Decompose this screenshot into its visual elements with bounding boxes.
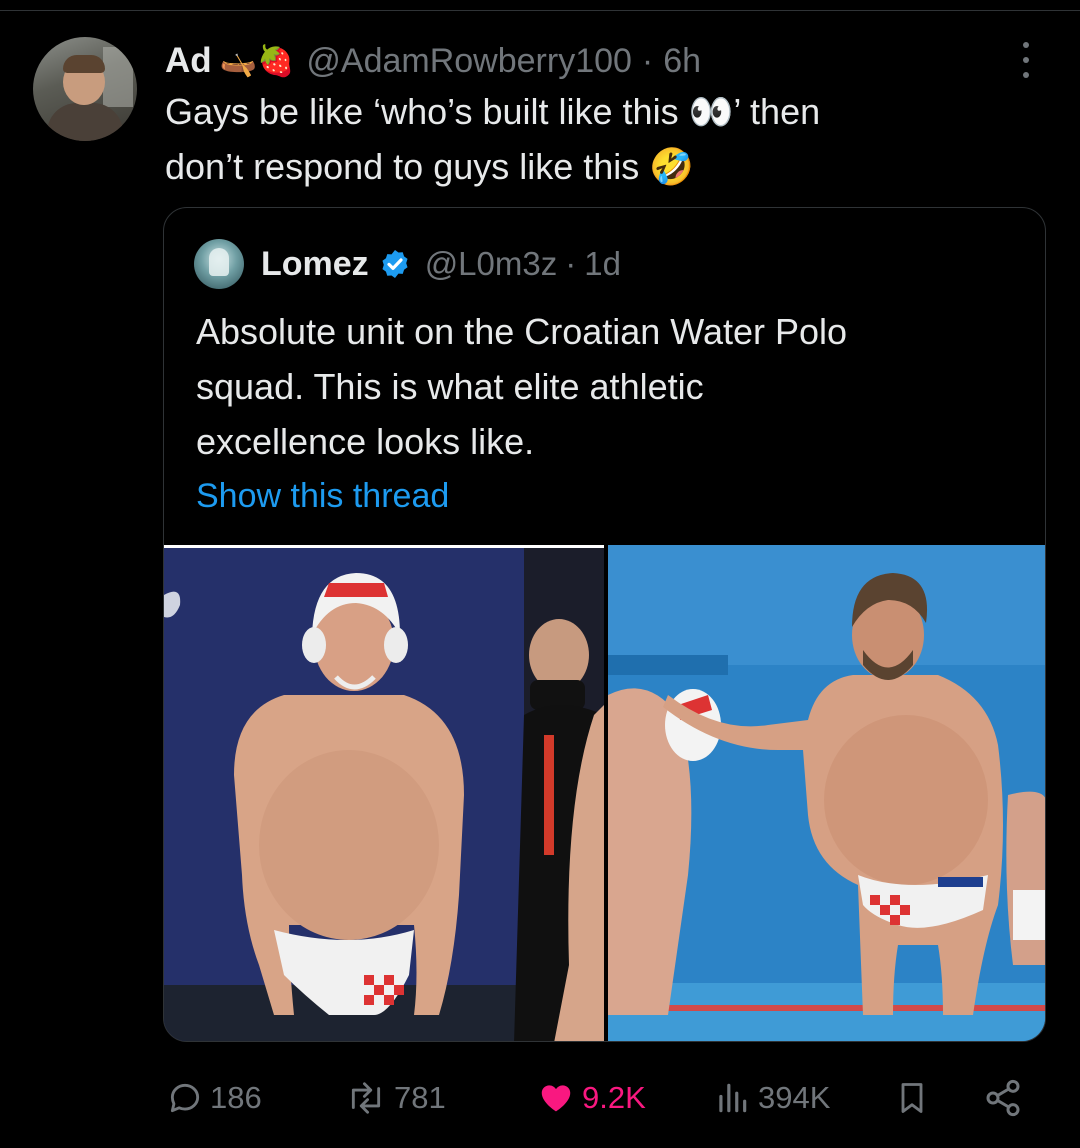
author-name[interactable]: Ad (165, 41, 212, 81)
header-separator: · (641, 41, 654, 80)
bookmark-button[interactable] (894, 1068, 930, 1128)
reply-icon (170, 1083, 200, 1113)
quoted-separator: · (565, 245, 577, 282)
tweet-time[interactable]: 6h (663, 42, 701, 81)
views-button[interactable]: 394K (712, 1068, 830, 1128)
quoted-author-avatar[interactable] (194, 239, 244, 289)
verified-badge-icon (382, 250, 408, 278)
share-button[interactable] (982, 1068, 1024, 1128)
quoted-time[interactable]: 1d (584, 245, 621, 283)
tweet-text-line: don’t respond to guys like this 🤣 (165, 146, 695, 187)
photo-2-illustration (608, 545, 1045, 1041)
views-count: 394K (758, 1080, 831, 1115)
author-handle[interactable]: @AdamRowberry100 (306, 42, 632, 81)
quoted-text-line: Absolute unit on the Croatian Water Polo (196, 311, 848, 352)
quoted-text-line: squad. This is what elite athletic (196, 366, 704, 407)
quoted-author-handle[interactable]: @L0m3z (425, 245, 558, 283)
more-vertical-icon[interactable] (1015, 42, 1037, 78)
quoted-author-name[interactable]: Lomez (261, 245, 369, 284)
tweet-header: Ad 🛶🍓 @AdamRowberry100 · 6h (165, 38, 701, 84)
action-bar: 186 781 9.2K 394K (0, 1068, 1080, 1128)
tweet-text: Gays be like ‘who’s built like this 👀’ t… (165, 84, 1045, 194)
author-avatar[interactable] (33, 37, 137, 141)
photo-1-illustration (164, 545, 604, 1041)
repost-icon (351, 1082, 381, 1114)
top-divider (0, 10, 1080, 11)
views-bar-icon (719, 1083, 747, 1113)
repost-count: 781 (394, 1080, 446, 1115)
reply-count: 186 (210, 1080, 262, 1115)
quoted-text: Absolute unit on the Croatian Water Polo… (196, 304, 1016, 469)
heart-filled-icon (541, 1085, 571, 1112)
like-button[interactable]: 9.2K (536, 1068, 646, 1128)
share-icon (986, 1079, 1020, 1117)
author-name-emojis: 🛶🍓 (219, 44, 295, 78)
reply-button[interactable]: 186 (166, 1068, 262, 1128)
quoted-tweet[interactable]: Lomez @L0m3z · 1d Absolute unit on the C… (163, 207, 1046, 1042)
tweet-text-line: Gays be like ‘who’s built like this 👀’ t… (165, 91, 821, 132)
repost-button[interactable]: 781 (344, 1068, 446, 1128)
like-count: 9.2K (582, 1080, 646, 1115)
quoted-photo-1[interactable] (164, 545, 604, 1041)
quoted-photo-2[interactable] (608, 545, 1045, 1041)
bookmark-icon (901, 1083, 923, 1113)
quoted-header: Lomez @L0m3z · 1d (261, 240, 621, 288)
show-thread-link[interactable]: Show this thread (196, 471, 449, 521)
photo-selected-indicator (164, 545, 604, 548)
quoted-text-line: excellence looks like. (196, 421, 535, 462)
